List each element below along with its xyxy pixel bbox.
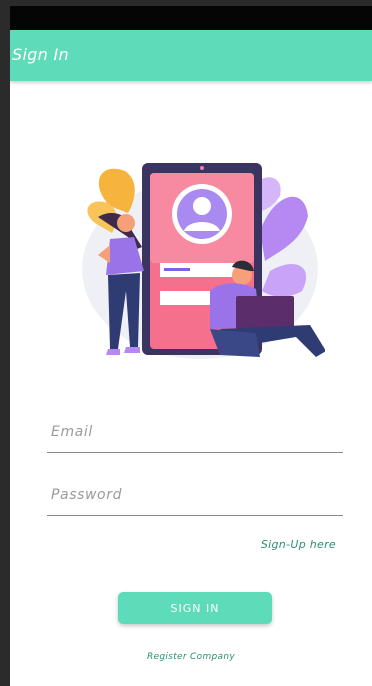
status-bar: [10, 6, 372, 30]
app-screen: Sign In Email Password Sign-Up here SIGN…: [10, 6, 372, 686]
email-placeholder: Email: [51, 424, 93, 440]
password-field[interactable]: Password: [47, 477, 343, 516]
register-company-link[interactable]: Register Company: [10, 652, 372, 662]
login-illustration: [82, 163, 325, 359]
page-title: Sign In: [12, 45, 69, 64]
signup-link[interactable]: Sign-Up here: [261, 538, 336, 551]
signin-button[interactable]: SIGN IN: [118, 592, 272, 624]
app-bar: Sign In: [10, 30, 372, 81]
email-field[interactable]: Email: [47, 414, 343, 453]
password-placeholder: Password: [51, 487, 123, 503]
